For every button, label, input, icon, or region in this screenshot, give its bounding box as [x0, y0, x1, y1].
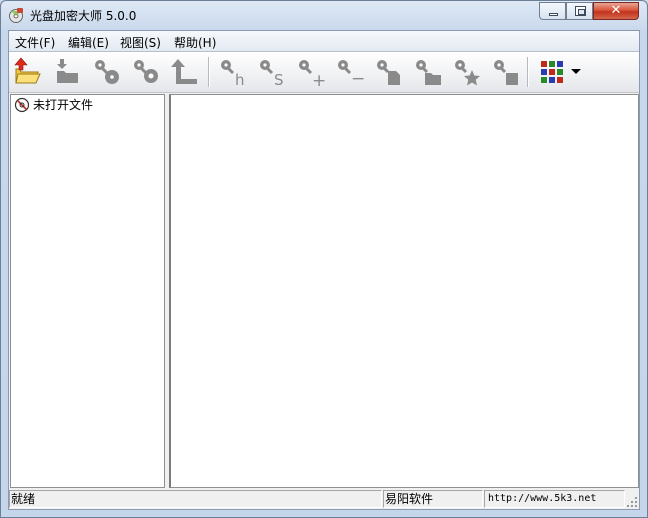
key-square-icon [494, 60, 518, 85]
decrypt-disc-button[interactable] [129, 56, 161, 88]
menu-view[interactable]: 视图(S) [120, 34, 161, 51]
status-url: http://www.5k3.net [484, 490, 625, 508]
file-list-view[interactable] [169, 94, 639, 488]
window-title: 光盘加密大师 5.0.0 [30, 9, 137, 23]
key-add-glyph: + [312, 71, 326, 88]
key-remove-icon: − [338, 60, 365, 88]
resize-grip-icon[interactable] [626, 496, 638, 508]
key-hide-icon: h [221, 60, 245, 88]
key-remove-glyph: − [351, 69, 365, 88]
add-key-button[interactable]: + [294, 56, 326, 88]
import-button[interactable] [51, 56, 83, 88]
key-disc-icon [95, 60, 119, 84]
remove-key-button[interactable]: − [333, 56, 365, 88]
s-button[interactable]: S [255, 56, 287, 88]
minimize-icon [549, 13, 558, 16]
open-folder-icon [14, 57, 41, 84]
dropdown-arrow-icon [571, 69, 581, 74]
menu-bar: 文件(F) 编辑(E) 视图(S) 帮助(H) [9, 31, 639, 52]
menu-help[interactable]: 帮助(H) [174, 34, 216, 51]
folder-tree[interactable]: 未打开文件 [10, 94, 165, 488]
status-company: 易阳软件 [383, 490, 483, 508]
key-s-glyph: S [274, 71, 284, 88]
status-text: 就绪 [9, 490, 382, 508]
key-hide-glyph: h [235, 71, 245, 88]
key-folder-icon [416, 60, 441, 85]
menu-edit[interactable]: 编辑(E) [68, 34, 109, 51]
no-file-icon [14, 97, 30, 113]
close-icon: ✕ [610, 3, 622, 18]
up-level-button[interactable] [170, 56, 202, 88]
color-grid-icon [541, 61, 563, 83]
client-area: 文件(F) 编辑(E) 视图(S) 帮助(H) h S + − 未打开文件 就绪… [8, 30, 640, 510]
encrypt-disc-button[interactable] [90, 56, 122, 88]
tree-item-label: 未打开文件 [33, 98, 94, 112]
key-disc-alt-icon [134, 60, 158, 83]
view-mode-button[interactable] [536, 56, 568, 88]
key-s-icon: S [260, 60, 284, 88]
maximize-icon [575, 6, 586, 16]
maximize-button[interactable] [566, 2, 593, 20]
title-bar[interactable]: 光盘加密大师 5.0.0 ✕ [1, 1, 647, 29]
open-button[interactable] [12, 56, 44, 88]
encrypt-file-button[interactable] [372, 56, 404, 88]
app-window: 光盘加密大师 5.0.0 ✕ 文件(F) 编辑(E) 视图(S) 帮助(H) h… [0, 0, 648, 518]
key-add-icon: + [299, 60, 326, 88]
key-star-icon [455, 60, 480, 86]
encrypt-folder-button[interactable] [411, 56, 443, 88]
minimize-button[interactable] [539, 2, 566, 20]
hide-button[interactable]: h [216, 56, 248, 88]
toolbar: h S + − [9, 52, 639, 93]
status-bar: 就绪 易阳软件 http://www.5k3.net [9, 489, 639, 509]
menu-file[interactable]: 文件(F) [15, 34, 55, 51]
disc-lock-icon [9, 8, 23, 23]
key-file-icon [377, 60, 400, 85]
favorite-button[interactable] [450, 56, 482, 88]
toolbar-separator [208, 57, 210, 87]
toolbar-separator [527, 57, 529, 87]
up-arrow-icon [171, 59, 197, 84]
close-button[interactable]: ✕ [593, 2, 639, 20]
view-mode-dropdown[interactable] [569, 56, 583, 88]
import-folder-icon [57, 59, 78, 83]
properties-button[interactable] [489, 56, 521, 88]
